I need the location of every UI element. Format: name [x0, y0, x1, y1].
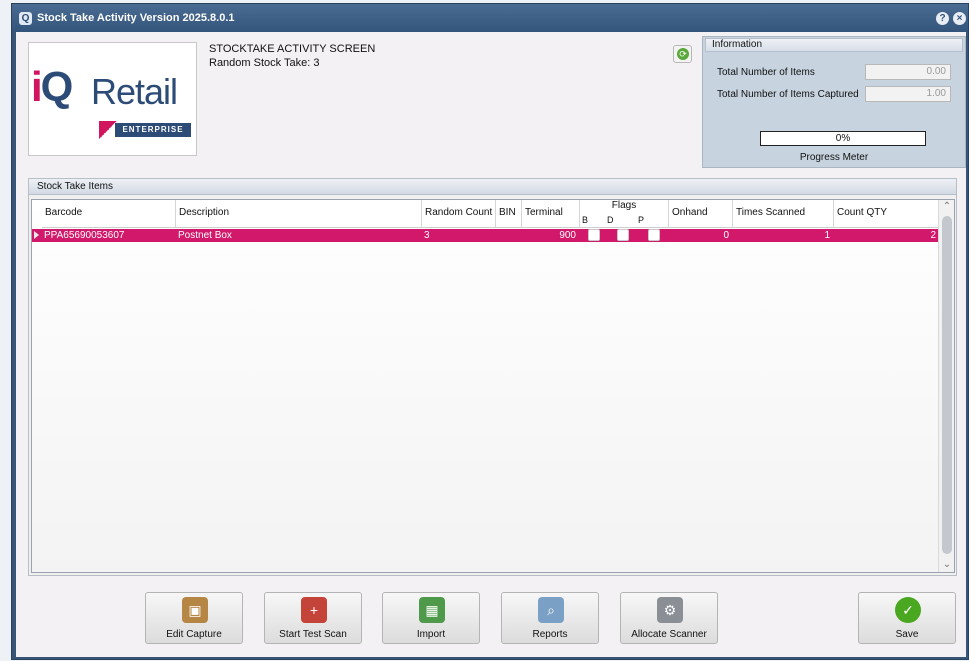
cell-random-count: 3	[424, 230, 430, 241]
col-count-qty[interactable]: Count QTY	[834, 200, 940, 228]
information-heading: Information	[705, 38, 963, 52]
logo-wordmark: Retail	[91, 71, 178, 112]
close-icon[interactable]: ×	[953, 12, 966, 25]
scanner-gear-icon: ⚙	[657, 597, 683, 623]
refresh-button[interactable]: ⟳	[673, 45, 692, 63]
report-search-icon: ⌕	[538, 597, 564, 623]
col-flags[interactable]: Flags B D P	[580, 200, 669, 228]
box-gear-icon: ▣	[182, 597, 208, 623]
cell-terminal: 900	[559, 230, 576, 241]
row-indicator-icon	[34, 231, 39, 239]
col-terminal[interactable]: Terminal	[522, 200, 580, 228]
check-circle-icon: ✓	[895, 597, 921, 623]
total-items-field: 0.00	[865, 64, 951, 80]
help-icon[interactable]: ?	[936, 12, 949, 25]
total-items-label: Total Number of Items	[717, 67, 815, 78]
cell-description: Postnet Box	[178, 230, 232, 241]
window-title: Stock Take Activity Version 2025.8.0.1	[37, 12, 235, 24]
col-description[interactable]: Description	[176, 200, 422, 228]
import-label: Import	[416, 629, 446, 640]
flag-b-label: B	[582, 215, 589, 225]
edit-capture-button[interactable]: ▣ Edit Capture	[145, 592, 243, 644]
col-barcode[interactable]: Barcode	[42, 200, 176, 228]
title-bar: Q Stock Take Activity Version 2025.8.0.1…	[12, 4, 968, 32]
cell-barcode: PPA65690053607	[44, 230, 125, 241]
grid-body	[32, 200, 954, 572]
logo-iq: iQ	[31, 63, 73, 110]
stock-take-subtitle: Random Stock Take: 3	[209, 57, 320, 69]
iq-retail-logo: iQ Retail ENTERPRISE	[28, 42, 197, 156]
table-row[interactable]: PPA65690053607 Postnet Box 3 900 0 1 2	[32, 229, 940, 242]
screen-name: STOCKTAKE ACTIVITY SCREEN	[209, 43, 376, 55]
col-random-count[interactable]: Random Count	[422, 200, 496, 228]
save-label: Save	[895, 629, 919, 640]
flag-p-checkbox[interactable]	[648, 229, 660, 241]
col-times-scanned[interactable]: Times Scanned	[733, 200, 834, 228]
vertical-scrollbar[interactable]: ⌃ ⌄	[938, 200, 954, 572]
items-captured-label: Total Number of Items Captured	[717, 89, 859, 100]
spreadsheet-import-icon: ▦	[419, 597, 445, 623]
cell-bin	[495, 229, 521, 242]
flag-b-checkbox[interactable]	[588, 229, 600, 241]
client-area: iQ Retail ENTERPRISE STOCKTAKE ACTIVITY …	[16, 32, 966, 657]
flag-p-label: P	[638, 215, 645, 225]
refresh-icon: ⟳	[677, 48, 689, 60]
save-button[interactable]: ✓ Save	[858, 592, 956, 644]
app-window: Q Stock Take Activity Version 2025.8.0.1…	[11, 3, 969, 660]
screen-heading: STOCKTAKE ACTIVITY SCREEN Random Stock T…	[209, 42, 375, 70]
reports-label: Reports	[532, 629, 568, 640]
col-onhand[interactable]: Onhand	[669, 200, 733, 228]
scroll-up-icon[interactable]: ⌃	[939, 200, 954, 214]
logo-edition: ENTERPRISE	[115, 123, 191, 137]
progress-meter: 0%	[760, 131, 926, 146]
flag-d-label: D	[607, 215, 614, 225]
start-test-scan-label: Start Test Scan	[279, 629, 347, 640]
cell-times-scanned: 1	[824, 230, 830, 241]
col-bin[interactable]: BIN	[496, 200, 522, 228]
scroll-thumb[interactable]	[942, 216, 952, 554]
items-captured-field: 1.00	[865, 86, 951, 102]
app-icon: Q	[19, 12, 32, 25]
edit-capture-label: Edit Capture	[166, 629, 222, 640]
flag-d-checkbox[interactable]	[617, 229, 629, 241]
scroll-down-icon[interactable]: ⌄	[939, 558, 954, 572]
stock-take-items-panel: Stock Take Items Barcode Description Ran…	[28, 178, 957, 576]
reports-button[interactable]: ⌕ Reports	[501, 592, 599, 644]
factory-add-icon: +	[301, 597, 327, 623]
allocate-scanner-label: Allocate Scanner	[631, 629, 707, 640]
progress-caption: Progress Meter	[799, 152, 869, 163]
stock-take-items-grid[interactable]: Barcode Description Random Count BIN Ter…	[31, 199, 955, 573]
information-panel: Information Total Number of Items 0.00 T…	[702, 36, 966, 168]
start-test-scan-button[interactable]: + Start Test Scan	[264, 592, 362, 644]
stock-take-items-heading: Stock Take Items	[29, 179, 956, 195]
cell-onhand: 0	[723, 230, 729, 241]
flags-label: Flags	[611, 200, 637, 211]
cell-count-qty: 2	[930, 230, 936, 241]
import-button[interactable]: ▦ Import	[382, 592, 480, 644]
allocate-scanner-button[interactable]: ⚙ Allocate Scanner	[620, 592, 718, 644]
progress-percent: 0%	[835, 133, 851, 144]
